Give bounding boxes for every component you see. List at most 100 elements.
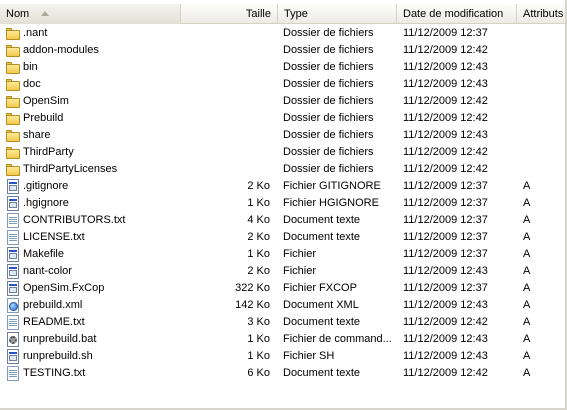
file-name-cell[interactable]: OpenSim — [5, 93, 180, 110]
file-size: 4 Ko — [247, 214, 270, 226]
file-type: Fichier FXCOP — [283, 282, 357, 294]
file-row[interactable]: Prebuild Dossier de fichiers 11/12/2009 12… — [0, 110, 567, 127]
file-type: Fichier SH — [283, 350, 335, 362]
file-name-cell[interactable]: runprebuild.sh — [5, 348, 180, 365]
generic-file-icon — [5, 179, 21, 194]
file-name-cell[interactable]: prebuild.xml — [5, 297, 180, 314]
file-type: Dossier de fichiers — [283, 163, 374, 175]
file-name-cell[interactable]: doc — [5, 76, 180, 93]
file-size: 2 Ko — [247, 231, 270, 243]
file-type: Dossier de fichiers — [283, 129, 374, 141]
file-type: Fichier — [283, 248, 317, 260]
column-header-attributes[interactable]: Attributs — [517, 4, 567, 24]
file-size: 2 Ko — [247, 265, 270, 277]
file-date: 11/12/2009 12:37 — [403, 231, 488, 243]
file-row[interactable]: ThirdParty Dossier de fichiers 11/12/2009 … — [0, 144, 567, 161]
generic-file-icon — [5, 349, 21, 364]
file-date: 11/12/2009 12:42 — [403, 316, 488, 328]
file-date: 11/12/2009 12:42 — [403, 95, 488, 107]
file-name-cell[interactable]: ThirdPartyLicenses — [5, 161, 180, 178]
file-name-cell[interactable]: ThirdParty — [5, 144, 180, 161]
file-row[interactable]: prebuild.xml 142 Ko Document XML 11/12/2009… — [0, 297, 567, 314]
file-size: 6 Ko — [247, 367, 270, 379]
generic-file-icon — [5, 196, 21, 211]
file-name-cell[interactable]: addon-modules — [5, 42, 180, 59]
file-size: 142 Ko — [235, 299, 270, 311]
column-header-name[interactable]: Nom — [0, 4, 181, 24]
file-name-cell[interactable]: bin — [5, 59, 180, 76]
text-file-icon — [5, 230, 21, 245]
file-name-cell[interactable]: nant-color — [5, 263, 180, 280]
file-row[interactable]: addon-modules Dossier de fichiers 11/12/20… — [0, 42, 567, 59]
column-header-date[interactable]: Date de modification — [397, 4, 517, 24]
file-size — [182, 161, 271, 178]
file-row[interactable]: runprebuild.bat 1 Ko Fichier de command...… — [0, 331, 567, 348]
column-header-type[interactable]: Type — [278, 4, 397, 24]
file-date: 11/12/2009 12:42 — [403, 44, 488, 56]
text-file-icon — [5, 213, 21, 228]
folder-icon — [5, 111, 21, 126]
file-size — [182, 25, 271, 42]
file-row[interactable]: OpenSim Dossier de fichiers 11/12/2009 12:… — [0, 93, 567, 110]
file-name: CONTRIBUTORS.txt — [23, 214, 126, 226]
file-row[interactable]: bin Dossier de fichiers 11/12/2009 12:43 — [0, 59, 567, 76]
file-row[interactable]: .hgignore 1 Ko Fichier HGIGNORE 11/12/2009 … — [0, 195, 567, 212]
file-name-cell[interactable]: .gitignore — [5, 178, 180, 195]
file-name: TESTING.txt — [23, 367, 86, 379]
file-date: 11/12/2009 12:37 — [403, 197, 488, 209]
file-size — [182, 144, 271, 161]
file-attributes — [523, 76, 553, 93]
file-attributes — [523, 110, 553, 127]
file-name-cell[interactable]: Prebuild — [5, 110, 180, 127]
file-row[interactable]: OpenSim.FxCop 322 Ko Fichier FXCOP 11/12/20… — [0, 280, 567, 297]
file-name-cell[interactable]: CONTRIBUTORS.txt — [5, 212, 180, 229]
file-row[interactable]: ThirdPartyLicenses Dossier de fichiers 11/… — [0, 161, 567, 178]
generic-file-icon — [5, 264, 21, 279]
folder-icon — [5, 26, 21, 41]
file-name: prebuild.xml — [23, 299, 83, 311]
file-row[interactable]: LICENSE.txt 2 Ko Document texte 11/12/2009 … — [0, 229, 567, 246]
column-header-type-label: Type — [284, 8, 308, 20]
file-date: 11/12/2009 12:43 — [403, 299, 488, 311]
file-size: 1 Ko — [247, 248, 270, 260]
file-name: doc — [23, 78, 41, 90]
file-name-cell[interactable]: Makefile — [5, 246, 180, 263]
file-row[interactable]: CONTRIBUTORS.txt 4 Ko Document texte 11/12/… — [0, 212, 567, 229]
file-name-cell[interactable]: share — [5, 127, 180, 144]
column-header-size[interactable]: Taille — [181, 4, 278, 24]
file-attributes — [523, 59, 553, 76]
file-name-cell[interactable]: LICENSE.txt — [5, 229, 180, 246]
file-attributes — [523, 127, 553, 144]
file-size: 1 Ko — [247, 197, 270, 209]
file-row[interactable]: share Dossier de fichiers 11/12/2009 12:43 — [0, 127, 567, 144]
file-row[interactable]: .gitignore 2 Ko Fichier GITIGNORE 11/12/200… — [0, 178, 567, 195]
file-name: LICENSE.txt — [23, 231, 85, 243]
generic-file-icon — [5, 247, 21, 262]
file-name-cell[interactable]: .nant — [5, 25, 180, 42]
file-type: Document XML — [283, 299, 359, 311]
file-attributes: A — [523, 333, 531, 345]
file-name-cell[interactable]: .hgignore — [5, 195, 180, 212]
file-row[interactable]: nant-color 2 Ko Fichier 11/12/2009 12:43 A — [0, 263, 567, 280]
file-row[interactable]: TESTING.txt 6 Ko Document texte 11/12/2009 … — [0, 365, 567, 382]
column-header-date-label: Date de modification — [403, 8, 504, 20]
file-row[interactable]: runprebuild.sh 1 Ko Fichier SH 11/12/2009 1… — [0, 348, 567, 365]
file-size — [182, 110, 271, 127]
file-date: 11/12/2009 12:43 — [403, 78, 488, 90]
file-name-cell[interactable]: runprebuild.bat — [5, 331, 180, 348]
file-row[interactable]: README.txt 3 Ko Document texte 11/12/2009 1… — [0, 314, 567, 331]
file-name-cell[interactable]: TESTING.txt — [5, 365, 180, 382]
file-name: ThirdParty — [23, 146, 74, 158]
file-row[interactable]: Makefile 1 Ko Fichier 11/12/2009 12:37 A — [0, 246, 567, 263]
file-row[interactable]: doc Dossier de fichiers 11/12/2009 12:43 — [0, 76, 567, 93]
file-type: Fichier HGIGNORE — [283, 197, 379, 209]
file-date: 11/12/2009 12:42 — [403, 163, 488, 175]
file-name-cell[interactable]: OpenSim.FxCop — [5, 280, 180, 297]
file-date: 11/12/2009 12:37 — [403, 282, 488, 294]
file-name-cell[interactable]: README.txt — [5, 314, 180, 331]
file-size — [182, 42, 271, 59]
file-size: 3 Ko — [247, 316, 270, 328]
file-rows: .nant Dossier de fichiers 11/12/2009 12:37… — [0, 25, 567, 382]
file-date: 11/12/2009 12:43 — [403, 129, 488, 141]
file-row[interactable]: .nant Dossier de fichiers 11/12/2009 12:37 — [0, 25, 567, 42]
